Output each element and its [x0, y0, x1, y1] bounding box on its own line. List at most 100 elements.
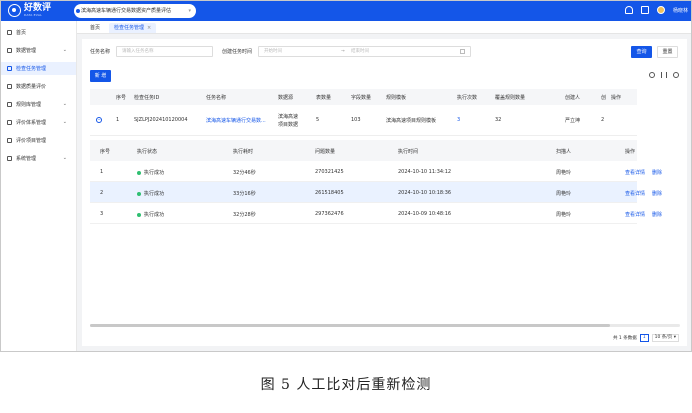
sidebar-item-label: 数据管理 — [16, 48, 37, 54]
close-icon[interactable]: × — [147, 25, 151, 31]
column-header: 操作 — [625, 149, 636, 155]
sidebar-item[interactable]: 规则库管理 ⌄ — [1, 98, 76, 111]
tab-home[interactable]: 首页 — [85, 23, 105, 33]
delete-link[interactable]: 删除 — [652, 169, 662, 176]
success-dot-icon — [137, 191, 141, 196]
page-size-select[interactable]: 10 条/页 ▾ — [651, 334, 679, 342]
sidebar-item[interactable]: 评价项目管理 — [1, 134, 76, 147]
column-header: 执行耗时 — [233, 149, 254, 155]
success-dot-icon — [137, 170, 141, 175]
status-badge: 执行成功 — [137, 211, 164, 218]
add-button[interactable]: 新 增 — [90, 70, 111, 82]
sidebar-item-label: 首页 — [16, 30, 27, 36]
cell-index: 3 — [100, 211, 104, 217]
task-name-link[interactable]: 滨海高速车辆通行交易数... — [206, 117, 266, 124]
logo-title: 好数评 — [24, 3, 52, 13]
notification-bell-icon[interactable] — [624, 6, 633, 14]
column-header: 操作 — [611, 95, 622, 101]
avatar[interactable] — [656, 6, 665, 14]
sidebar-item-label: 评价项目管理 — [16, 138, 47, 144]
sidebar: 首页 数据管理 ⌄ 检查任务管理 数据质量评价 规则库管理 ⌄ 评价体系管理 ⌄ 评价项目管理 系统… — [1, 21, 77, 351]
run-count-link[interactable]: 3 — [457, 117, 460, 123]
page-number[interactable]: 1 — [639, 334, 649, 342]
page-tabs: 首页 检查任务管理 × — [77, 21, 691, 34]
refresh-icon[interactable] — [649, 72, 655, 78]
rule-count: 32 — [495, 117, 502, 123]
scrollbar-thumb[interactable] — [90, 324, 610, 327]
end-date-placeholder: 结束时间 — [351, 49, 370, 54]
collapse-icon[interactable]: − — [96, 117, 102, 123]
tab-task-management[interactable]: 检查任务管理 × — [109, 23, 157, 33]
sidebar-item-label: 规则库管理 — [16, 102, 42, 108]
logo-subtitle: DATA EVAL — [24, 13, 42, 17]
create-time-label: 创建任务时间 — [222, 49, 253, 55]
content-card: 任务名称 请输入任务名称 创建任务时间 开始时间 → 结束时间 查询 重置 新 … — [82, 39, 687, 346]
task-name-input[interactable]: 请输入任务名称 — [116, 46, 214, 57]
logo-icon — [8, 4, 21, 17]
table-count: 5 — [316, 117, 320, 123]
cell-issues: 270321425 — [315, 169, 344, 175]
username[interactable]: 杨晓林 — [673, 7, 688, 14]
sidebar-item-label: 评价体系管理 — [16, 120, 47, 126]
cell-time: 2024-10-09 10:48:16 — [398, 211, 452, 217]
sidebar-item[interactable]: 检查任务管理 — [1, 62, 76, 75]
project-select[interactable]: 滨海高速车辆通行交易数据资产质量评估 ▾ — [74, 4, 196, 18]
table-row[interactable]: − 1 SJZLPJ202410120004 滨海高速车辆通行交易数... 滨海… — [90, 105, 637, 136]
delete-link[interactable]: 删除 — [652, 190, 662, 197]
reset-button[interactable]: 重置 — [657, 46, 678, 58]
task-name-label: 任务名称 — [90, 49, 111, 55]
column-header: 扫描人 — [556, 149, 572, 155]
settings-icon[interactable] — [673, 72, 679, 78]
chevron-down-icon: ⌄ — [62, 47, 67, 53]
view-details-link[interactable]: 查看详情 — [625, 211, 645, 218]
sidebar-item-label: 检查任务管理 — [16, 66, 47, 72]
column-header: 字段数量 — [351, 95, 372, 101]
cell-index: 2 — [100, 190, 104, 196]
query-button[interactable]: 查询 — [631, 46, 652, 58]
delete-link[interactable]: 删除 — [652, 211, 662, 218]
date-range-picker[interactable]: 开始时间 → 结束时间 — [258, 46, 472, 57]
status-text: 执行成功 — [144, 212, 165, 218]
data-source: 滨海高速项目数据 — [278, 114, 299, 128]
column-header: 序号 — [100, 149, 111, 155]
column-header: 数据源 — [278, 95, 294, 101]
chevron-down-icon: ⌄ — [62, 101, 67, 107]
horizontal-scrollbar[interactable] — [90, 324, 680, 327]
table-row[interactable]: 2 执行成功 33分16秒 261518405 2024-10-10 10:18:36 周… — [90, 182, 662, 203]
column-header: 创建人 — [565, 95, 581, 101]
figure-caption: 图 5 人工比对后重新检测 — [260, 377, 432, 393]
project-dot-icon — [76, 9, 80, 13]
menu-icon — [7, 120, 12, 125]
status-text: 执行成功 — [144, 170, 165, 176]
column-header: 覆盖规则数量 — [495, 95, 526, 101]
cell-issues: 297362476 — [315, 211, 344, 217]
sidebar-item[interactable]: 数据质量评价 — [1, 80, 76, 93]
column-header: 序号 — [116, 95, 127, 101]
fullscreen-icon[interactable] — [640, 6, 649, 14]
view-details-link[interactable]: 查看详情 — [625, 190, 645, 197]
column-header: 表数量 — [316, 95, 332, 101]
column-height-icon[interactable] — [661, 72, 667, 78]
success-dot-icon — [137, 212, 141, 217]
table-row[interactable]: 3 执行成功 32分28秒 297362476 2024-10-09 10:48:16 周… — [90, 203, 662, 224]
sidebar-item-label: 系统管理 — [16, 156, 37, 162]
sidebar-item[interactable]: 系统管理 ⌄ — [1, 152, 76, 165]
table-row[interactable]: 1 执行成功 32分46秒 270321425 2024-10-10 11:34:12 周… — [90, 161, 662, 182]
sidebar-item[interactable]: 数据管理 ⌄ — [1, 44, 76, 57]
status-badge: 执行成功 — [137, 190, 164, 197]
column-header: 执行时间 — [398, 149, 419, 155]
creator: 严立坤 — [565, 118, 581, 124]
cell-duration: 32分28秒 — [233, 212, 256, 218]
range-arrow-icon: → — [341, 49, 345, 54]
menu-icon — [7, 30, 12, 35]
view-details-link[interactable]: 查看详情 — [625, 169, 645, 176]
sidebar-item[interactable]: 首页 — [1, 26, 76, 39]
calendar-icon — [460, 49, 466, 54]
app-logo[interactable]: 好数评 DATA EVAL — [8, 4, 51, 17]
chevron-down-icon: ⌄ — [62, 155, 67, 161]
filter-bar: 任务名称 请输入任务名称 创建任务时间 开始时间 → 结束时间 — [90, 46, 472, 57]
column-header: 问题数量 — [315, 149, 336, 155]
sidebar-item[interactable]: 评价体系管理 ⌄ — [1, 116, 76, 129]
chevron-down-icon: ▾ — [188, 8, 191, 14]
column-header: 执行状态 — [137, 149, 158, 155]
